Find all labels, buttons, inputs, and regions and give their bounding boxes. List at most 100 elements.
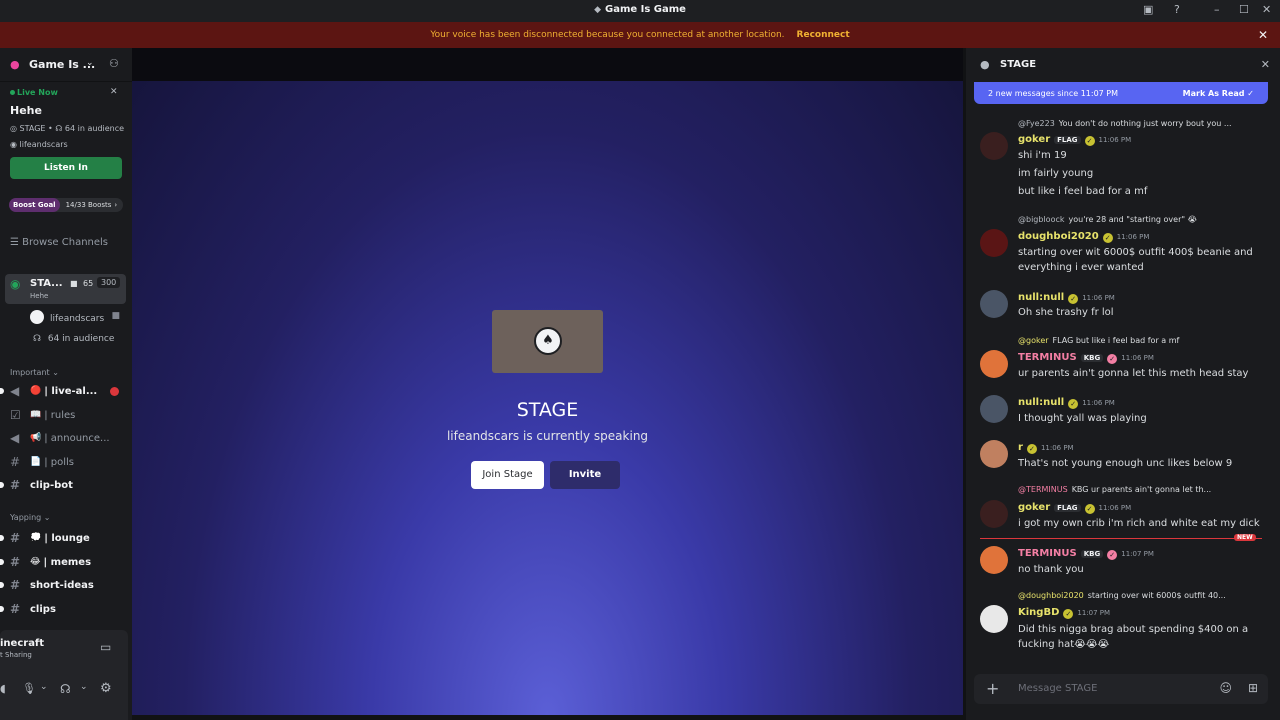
message-text: shi i'm 19 <box>1018 150 1067 161</box>
avatar[interactable] <box>980 395 1008 423</box>
section-important[interactable]: Important ⌄ <box>10 368 59 377</box>
channel-name: short-ideas <box>30 579 94 591</box>
channel-row[interactable]: # 💭 | lounge <box>0 528 132 548</box>
unread-indicator <box>0 606 4 612</box>
avatar[interactable] <box>980 132 1008 160</box>
inbox-icon[interactable]: ▣ <box>1143 3 1153 17</box>
channel-row[interactable]: # 📄 | polls <box>0 452 132 472</box>
unread-indicator <box>0 559 4 565</box>
live-now-label: Live Now <box>10 88 58 97</box>
mark-as-read-button[interactable]: Mark As Read ✓ <box>1183 89 1254 98</box>
stage-speaker[interactable]: lifeandscars ■ <box>30 310 126 326</box>
settings-gear-icon[interactable]: ⚙ <box>100 681 112 696</box>
message-composer[interactable]: + Message STAGE ☺ ⊞ <box>974 674 1268 704</box>
author-name: null:null <box>1018 397 1065 408</box>
stage-subtitle: lifeandscars is currently speaking <box>446 429 649 443</box>
message-author[interactable]: doughboi2020 ✓ 11:06 PM <box>1018 231 1149 243</box>
join-stage-button[interactable]: Join Stage <box>471 461 544 489</box>
chevron-down-icon: ⌄ <box>86 58 94 68</box>
voice-disconnect-banner: Your voice has been disconnected because… <box>0 22 1280 48</box>
invite-button[interactable]: Invite <box>550 461 620 489</box>
reply-preview[interactable]: @Fye223 You don't do nothing just worry b… <box>1018 119 1258 128</box>
apps-icon[interactable]: ⊞ <box>1248 681 1258 695</box>
help-icon[interactable]: ? <box>1174 3 1180 17</box>
reply-preview[interactable]: @TERMINUS KBG ur parents ain't gonna let … <box>1018 485 1258 494</box>
message-author[interactable]: r ✓ 11:06 PM <box>1018 442 1074 454</box>
avatar[interactable] <box>980 500 1008 528</box>
mark-read-icon: ✓ <box>1247 89 1254 98</box>
headphones-icon[interactable]: ☊ <box>60 682 71 696</box>
timestamp: 11:06 PM <box>1116 233 1150 241</box>
hash-icon: # <box>10 602 21 616</box>
section-yapping[interactable]: Yapping ⌄ <box>10 513 50 522</box>
listen-in-button[interactable]: Listen In <box>10 157 122 179</box>
channel-name: | rules <box>44 409 76 421</box>
unread-indicator <box>0 388 4 394</box>
avatar[interactable] <box>980 290 1008 318</box>
event-title: Hehe <box>10 104 42 117</box>
speaker-card[interactable]: ♠ <box>492 310 603 373</box>
add-attachment-icon[interactable]: + <box>986 679 999 698</box>
stage-channel-name: STA... <box>30 278 63 289</box>
channel-row[interactable]: # clip-bot <box>0 475 132 495</box>
timestamp: 11:06 PM <box>1098 504 1132 512</box>
minimize-button[interactable]: – <box>1214 3 1220 17</box>
reconnect-link[interactable]: Reconnect <box>797 30 850 40</box>
unread-indicator <box>0 582 4 588</box>
channel-emoji: 📄 <box>30 457 42 467</box>
reply-preview[interactable]: @goker FLAG but like i feel bad for a mf <box>1018 336 1258 345</box>
avatar[interactable] <box>980 350 1008 378</box>
verified-badge-icon: ✓ <box>1107 354 1118 364</box>
channel-row[interactable]: # 😂 | memes <box>0 552 132 572</box>
microphone-icon[interactable]: 🎙 <box>22 682 36 695</box>
new-messages-bar[interactable]: 2 new messages since 11:07 PM Mark As Re… <box>974 82 1268 104</box>
message-author[interactable]: TERMINUS KBG ✓ 11:06 PM <box>1018 352 1154 364</box>
reply-preview[interactable]: @bigbloock you're 28 and "starting over" … <box>1018 215 1258 224</box>
message-author[interactable]: null:null ✓ 11:06 PM <box>1018 292 1115 304</box>
author-name: goker <box>1018 134 1051 145</box>
avatar[interactable] <box>980 605 1008 633</box>
server-header[interactable]: ● Game Is ... ⌄ ⚇ <box>0 48 132 82</box>
channel-row[interactable]: ☑ 📖 | rules <box>0 405 132 425</box>
message-author[interactable]: KingBD ✓ 11:07 PM <box>1018 607 1110 619</box>
screen-share-icon[interactable]: ▭ <box>100 640 111 654</box>
hash-icon: # <box>10 531 21 545</box>
chevron-down-icon[interactable]: ⌄ <box>40 682 48 692</box>
channel-row[interactable]: ◀ 🔴 | live-al... <box>0 381 132 401</box>
stage-view: ♠ STAGE lifeandscars is currently speaki… <box>132 48 963 715</box>
window-title: ◆ Game Is Game <box>594 4 686 15</box>
message-input[interactable]: Message STAGE <box>1018 683 1097 694</box>
channel-row[interactable]: ◀ 📢 | announce... <box>0 428 132 448</box>
message-author[interactable]: goker FLAG ✓ 11:06 PM <box>1018 134 1131 146</box>
emoji-icon[interactable]: ☺ <box>1219 681 1232 695</box>
avatar[interactable] <box>980 229 1008 257</box>
close-live-icon[interactable]: ✕ <box>110 87 118 97</box>
verified-badge-icon: ✓ <box>1084 136 1095 146</box>
unread-indicator <box>0 535 4 541</box>
new-divider <box>980 538 1262 539</box>
message-author[interactable]: goker FLAG ✓ 11:06 PM <box>1018 502 1131 514</box>
clan-tag: FLAG <box>1054 504 1081 512</box>
channel-emoji: 📢 <box>30 433 42 443</box>
banner-close-icon[interactable]: ✕ <box>1258 28 1268 42</box>
message-text: That's not young enough unc likes below … <box>1018 458 1233 469</box>
maximize-button[interactable]: ☐ <box>1239 3 1249 17</box>
chevron-down-icon[interactable]: ⌄ <box>80 682 88 692</box>
channel-row[interactable]: # clips <box>0 599 132 619</box>
close-chat-icon[interactable]: ✕ <box>1261 58 1270 71</box>
message-author[interactable]: null:null ✓ 11:06 PM <box>1018 397 1115 409</box>
add-member-icon[interactable]: ⚇ <box>109 57 119 70</box>
message-author[interactable]: TERMINUS KBG ✓ 11:07 PM <box>1018 548 1154 560</box>
title-bar: ◆ Game Is Game ▣ ? – ☐ ✕ <box>0 0 1280 22</box>
reply-preview[interactable]: @doughboi2020 starting over wit 6000$ out… <box>1018 591 1258 600</box>
stage-channel[interactable]: ◉ STA... Hehe ■ 65 300 <box>5 274 126 304</box>
reply-text: starting over wit 6000$ outfit 40... <box>1087 591 1226 600</box>
hash-icon: # <box>10 478 21 492</box>
avatar[interactable]: ◖ <box>0 682 6 695</box>
channel-row[interactable]: # short-ideas <box>0 575 132 595</box>
browse-channels[interactable]: ☰ Browse Channels <box>10 237 108 248</box>
boost-goal[interactable]: Boost Goal 14/33 Boosts › <box>9 198 124 212</box>
close-window-button[interactable]: ✕ <box>1262 3 1271 17</box>
avatar[interactable] <box>980 440 1008 468</box>
avatar[interactable] <box>980 546 1008 574</box>
